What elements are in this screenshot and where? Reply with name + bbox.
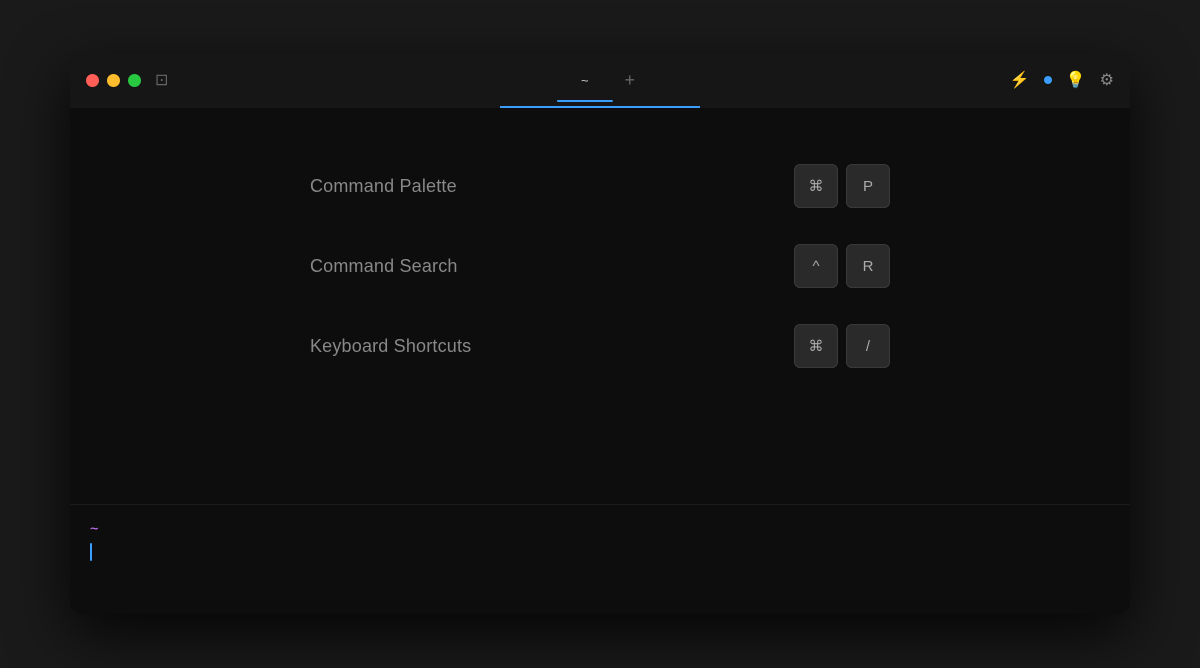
shortcut-key-slash: /	[846, 324, 890, 368]
terminal-window: ⊡ ~ + ⚡ 💡 ⚙ Command Palette ⌘	[70, 54, 1130, 614]
flash-icon[interactable]: ⚡	[1010, 70, 1030, 90]
prompt-symbol: ~	[90, 521, 1110, 537]
shortcut-key-p: P	[846, 164, 890, 208]
menu-item-command-palette[interactable]: Command Palette ⌘ P	[310, 146, 890, 226]
command-search-shortcut: ^ R	[794, 244, 890, 288]
terminal-cursor	[90, 543, 92, 561]
tabs-area: ~ +	[557, 67, 643, 94]
status-dot	[1044, 76, 1052, 84]
cursor-line	[90, 543, 1110, 561]
content-area: Command Palette ⌘ P Command Search ^ R	[70, 108, 1130, 614]
keyboard-shortcuts-label: Keyboard Shortcuts	[310, 336, 471, 357]
tab-underline	[70, 106, 1130, 108]
bulb-icon[interactable]: 💡	[1066, 70, 1086, 90]
active-tab[interactable]: ~	[557, 67, 613, 94]
titlebar: ⊡ ~ + ⚡ 💡 ⚙	[70, 54, 1130, 106]
shortcut-key-cmd-2: ⌘	[794, 324, 838, 368]
tab-active-indicator	[500, 106, 700, 108]
terminal-area: ~	[70, 504, 1130, 614]
traffic-lights	[86, 74, 141, 87]
tab-label: ~	[581, 73, 589, 88]
command-palette-shortcut: ⌘ P	[794, 164, 890, 208]
maximize-button[interactable]	[128, 74, 141, 87]
shortcut-key-r: R	[846, 244, 890, 288]
titlebar-right-icons: ⚡ 💡 ⚙	[1010, 70, 1114, 90]
keyboard-shortcuts-shortcut: ⌘ /	[794, 324, 890, 368]
menu-overlay: Command Palette ⌘ P Command Search ^ R	[70, 108, 1130, 504]
menu-items-list: Command Palette ⌘ P Command Search ^ R	[310, 146, 890, 386]
menu-item-command-search[interactable]: Command Search ^ R	[310, 226, 890, 306]
gear-icon[interactable]: ⚙	[1100, 70, 1114, 90]
new-tab-button[interactable]: +	[617, 70, 644, 91]
command-search-label: Command Search	[310, 256, 458, 277]
sidebar-toggle-icon[interactable]: ⊡	[155, 70, 168, 90]
minimize-button[interactable]	[107, 74, 120, 87]
menu-item-keyboard-shortcuts[interactable]: Keyboard Shortcuts ⌘ /	[310, 306, 890, 386]
command-palette-label: Command Palette	[310, 176, 457, 197]
shortcut-key-ctrl: ^	[794, 244, 838, 288]
shortcut-key-cmd-1: ⌘	[794, 164, 838, 208]
close-button[interactable]	[86, 74, 99, 87]
